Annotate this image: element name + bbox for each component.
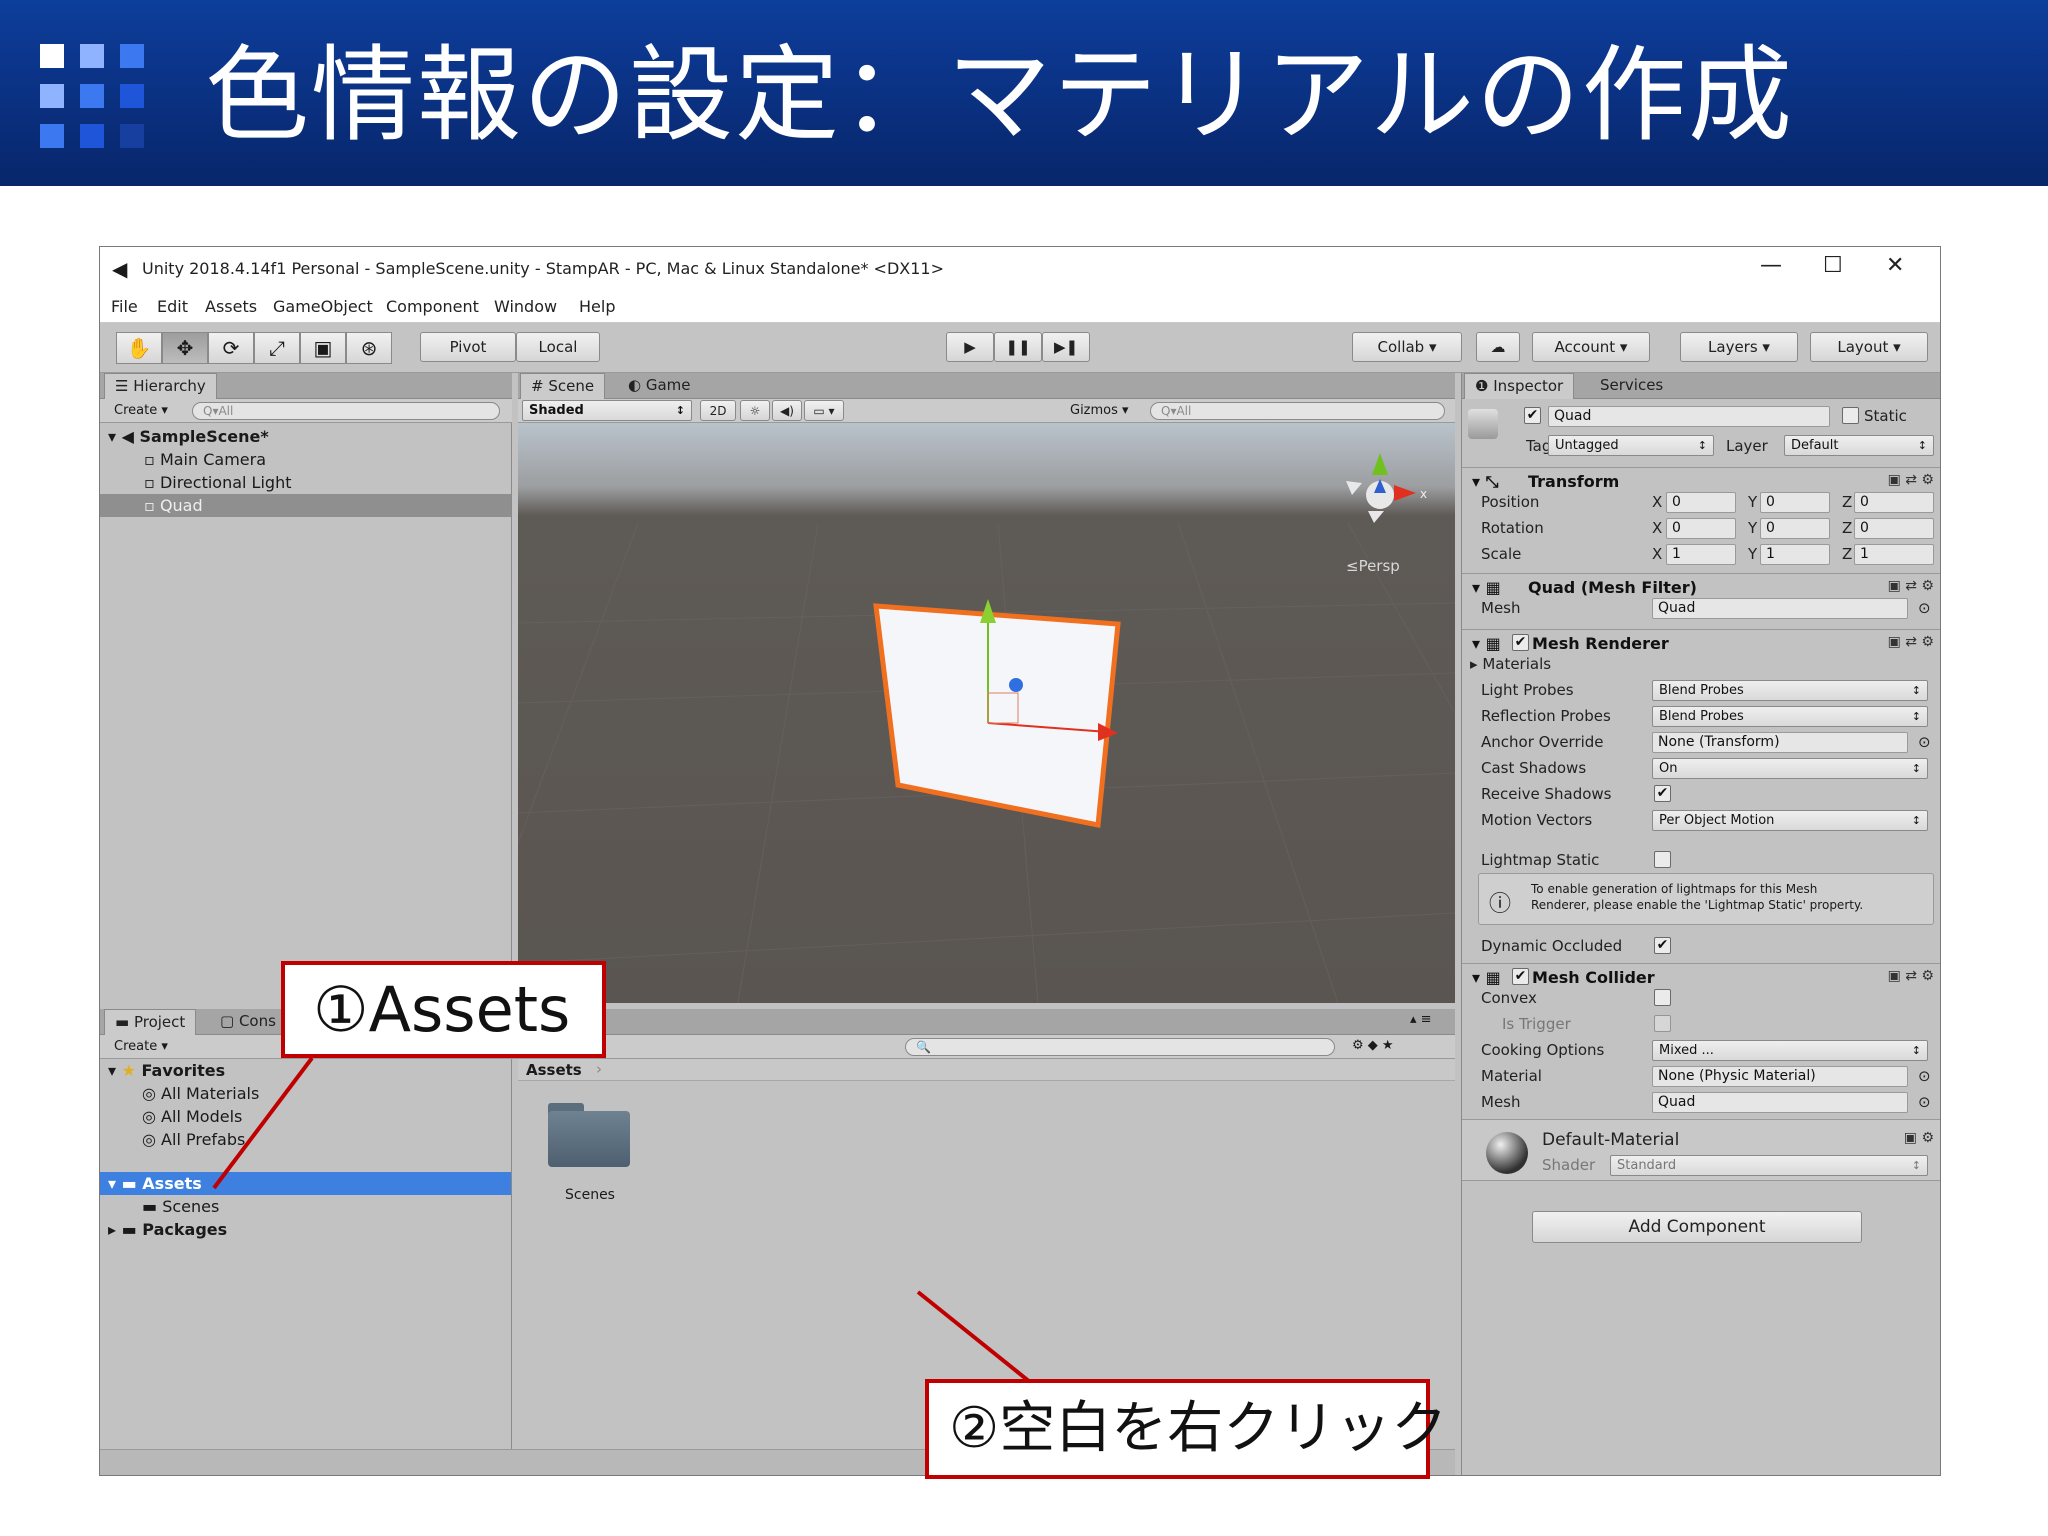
callout-assets: ①Assets [281, 961, 606, 1058]
callout-pointer-2 [916, 1290, 1032, 1384]
callout-pointer-1 [212, 1056, 314, 1190]
callout-right-click: ②空白を右クリック [925, 1379, 1447, 1479]
callout-pointers [212, 1056, 1032, 1384]
